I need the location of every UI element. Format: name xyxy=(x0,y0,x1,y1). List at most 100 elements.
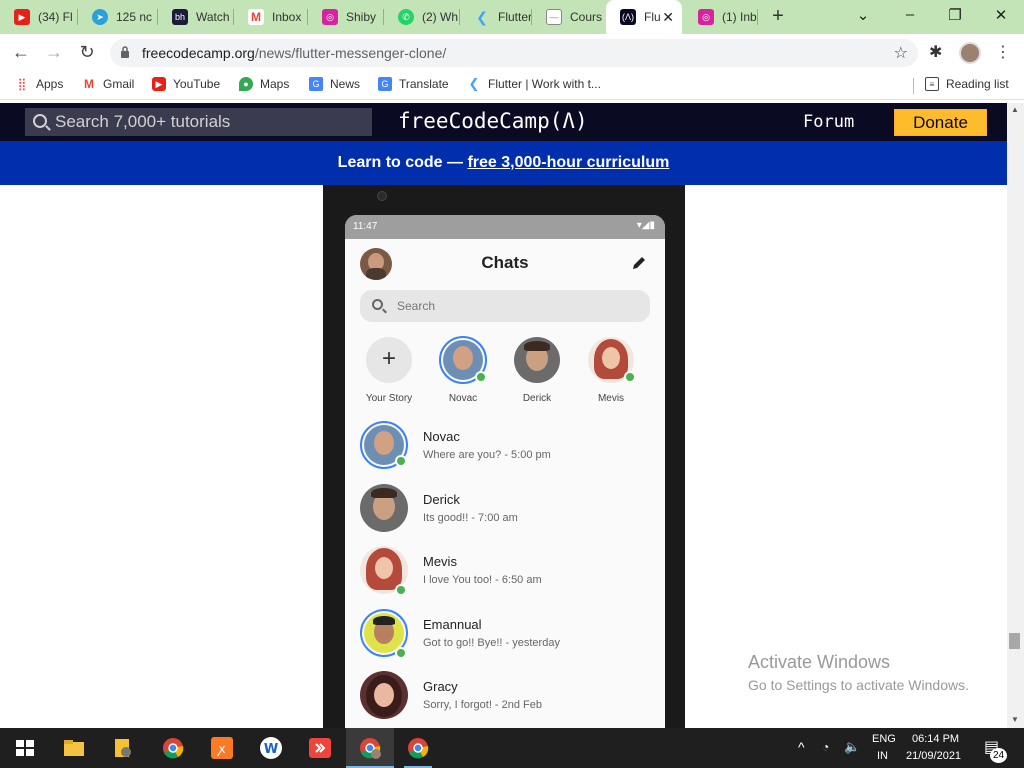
region-indicator[interactable]: IN xyxy=(877,750,888,762)
tab-label: (2) Wh xyxy=(422,10,458,24)
new-tab-button[interactable]: + xyxy=(767,5,789,27)
scrollbar-thumb[interactable] xyxy=(1009,633,1020,649)
tray-chevron-up-icon[interactable]: ^ xyxy=(798,739,805,755)
chat-row-derick[interactable]: Derick Its good!! - 7:00 am xyxy=(345,480,665,542)
add-story-icon[interactable]: + xyxy=(366,337,412,383)
tab-search-icon[interactable]: ⌄ xyxy=(853,6,873,24)
activate-windows-title: Activate Windows xyxy=(748,652,891,672)
avatar xyxy=(360,484,408,532)
clock-time[interactable]: 06:14 PM xyxy=(912,733,959,745)
url-text: freecodecamp.org/news/flutter-messenger-… xyxy=(142,45,446,61)
fcc-logo[interactable]: freeCodeCamp(Ʌ) xyxy=(398,109,588,133)
tab-gmail[interactable]: M Inbox xyxy=(234,0,308,34)
tab-instagram-inbox[interactable]: ◎ (1) Inb xyxy=(684,0,758,34)
chat-name: Mevis xyxy=(423,554,457,569)
bookmark-label: Reading list xyxy=(946,77,1009,91)
chat-preview: Where are you? - 5:00 pm xyxy=(423,449,551,461)
scroll-down-icon[interactable]: ▼ xyxy=(1011,715,1019,724)
tab-instagram-shiby[interactable]: ◎ Shiby xyxy=(308,0,384,34)
reload-button[interactable]: ↻ xyxy=(76,42,98,62)
chat-row-emannual[interactable]: Emannual Got to go!! Bye!! - yesterday xyxy=(345,605,665,667)
toolbar: ← → ↻ freecodecamp.org/news/flutter-mess… xyxy=(0,34,1024,70)
chrome-profile-icon[interactable] xyxy=(358,736,382,760)
chat-row-gracy[interactable]: Gracy Sorry, I forgot! - 2nd Feb xyxy=(345,667,665,728)
curriculum-banner: Learn to code — free 3,000-hour curricul… xyxy=(0,141,1007,185)
windows-start-icon[interactable] xyxy=(13,736,37,760)
tab-course[interactable]: — Cours xyxy=(532,0,606,34)
reading-list-icon: ≡ xyxy=(925,77,939,91)
tab-whatsapp[interactable]: ✆ (2) Wh xyxy=(384,0,460,34)
chat-row-mevis[interactable]: Mevis I love You too! - 6:50 am xyxy=(345,542,665,604)
profile-avatar[interactable] xyxy=(959,42,981,64)
tab-label: (34) Fl xyxy=(38,10,73,24)
address-bar[interactable]: freecodecamp.org/news/flutter-messenger-… xyxy=(110,39,918,67)
chrome-icon[interactable] xyxy=(161,736,185,760)
app-w-icon[interactable]: W xyxy=(259,736,283,760)
bookmark-label: News xyxy=(330,77,361,91)
minimize-button[interactable]: – xyxy=(900,6,920,23)
extensions-puzzle-icon[interactable]: ✱ xyxy=(929,42,942,62)
tab-freecodecamp-active[interactable]: (Λ) Flu ✕ xyxy=(606,0,682,34)
curriculum-link[interactable]: free 3,000-hour curriculum xyxy=(467,154,669,171)
chat-preview: Got to go!! Bye!! - yesterday xyxy=(423,637,560,649)
chat-row-novac[interactable]: Novac Where are you? - 5:00 pm xyxy=(345,417,665,479)
camera-icon xyxy=(377,191,387,201)
url-host: freecodecamp.org xyxy=(142,45,255,61)
page-scrollbar[interactable]: ▲ ▼ xyxy=(1007,103,1024,728)
bookmark-flutter[interactable]: ❮ Flutter | Work with t... xyxy=(467,76,601,91)
chat-search-input[interactable]: Search xyxy=(360,290,650,322)
scroll-up-icon[interactable]: ▲ xyxy=(1011,105,1019,114)
online-indicator xyxy=(475,371,487,383)
network-icon[interactable]: ◔ xyxy=(822,740,829,754)
back-button[interactable]: ← xyxy=(10,42,32,62)
flutter-icon: ❮ xyxy=(476,8,488,25)
svg-text:W: W xyxy=(264,742,278,757)
bookmark-news[interactable]: G News xyxy=(309,77,360,91)
reading-list-button[interactable]: ≡ Reading list xyxy=(925,77,1009,91)
search-icon xyxy=(33,114,47,128)
forum-link[interactable]: Forum xyxy=(803,112,854,132)
avatar xyxy=(514,337,560,383)
language-indicator[interactable]: ENG xyxy=(872,733,896,745)
maps-icon: ● xyxy=(239,77,253,91)
bookmarks-bar: ⣿ Apps M Gmail ▶ YouTube ● Maps G News G Trans… xyxy=(0,70,1024,100)
bookmark-translate[interactable]: G Translate xyxy=(378,77,449,91)
tab-label: 125 nc xyxy=(116,10,153,24)
tab-flutter[interactable]: ❮ Flutter xyxy=(460,0,532,34)
bookmark-maps[interactable]: ● Maps xyxy=(239,77,289,91)
bookmark-gmail[interactable]: M Gmail xyxy=(82,77,134,91)
anydesk-icon[interactable] xyxy=(308,736,332,760)
software-installer-icon[interactable] xyxy=(111,736,135,760)
menu-kebab-icon[interactable]: ⋮ xyxy=(995,42,1011,62)
status-time: 11:47 xyxy=(353,221,378,232)
donate-button[interactable]: Donate xyxy=(894,109,987,136)
online-indicator xyxy=(395,647,407,659)
volume-icon[interactable]: 🔈 xyxy=(844,739,860,755)
edit-pencil-icon[interactable] xyxy=(631,255,647,271)
xampp-icon[interactable]: ꭗ xyxy=(210,736,234,760)
chrome-icon[interactable] xyxy=(406,736,430,760)
avatar xyxy=(360,671,408,719)
close-tab-icon[interactable]: ✕ xyxy=(662,9,674,26)
forward-button[interactable]: → xyxy=(43,42,65,62)
bh-icon: bh xyxy=(172,9,188,25)
tab-youtube[interactable]: ▶ (34) Fl xyxy=(0,0,78,34)
tutorial-search-input[interactable]: Search 7,000+ tutorials xyxy=(25,108,372,136)
windows-taskbar: ꭗ W ^ ◔ 🔈 ENG IN 06:14 PM 21/09/2021 ▤ 2… xyxy=(0,728,1024,768)
restore-button[interactable]: ❐ xyxy=(945,6,965,24)
banner-text: Learn to code — xyxy=(337,154,468,171)
bookmark-star-icon[interactable]: ☆ xyxy=(894,43,908,63)
tab-telegram[interactable]: ➤ 125 nc xyxy=(78,0,158,34)
status-bar: 11:47 ▾◢▮ xyxy=(345,215,665,239)
tab-watch[interactable]: bh Watch xyxy=(158,0,234,34)
bookmark-youtube[interactable]: ▶ YouTube xyxy=(152,77,220,91)
bookmark-apps[interactable]: ⣿ Apps xyxy=(15,77,64,91)
online-indicator xyxy=(395,584,407,596)
whatsapp-icon: ✆ xyxy=(398,9,414,25)
close-window-button[interactable]: ✕ xyxy=(991,6,1011,24)
bookmark-label: Flutter | Work with t... xyxy=(488,77,601,91)
doc-icon: — xyxy=(546,9,562,25)
tab-label: Watch xyxy=(196,10,230,24)
clock-date[interactable]: 21/09/2021 xyxy=(906,750,961,762)
file-explorer-icon[interactable] xyxy=(62,736,86,760)
